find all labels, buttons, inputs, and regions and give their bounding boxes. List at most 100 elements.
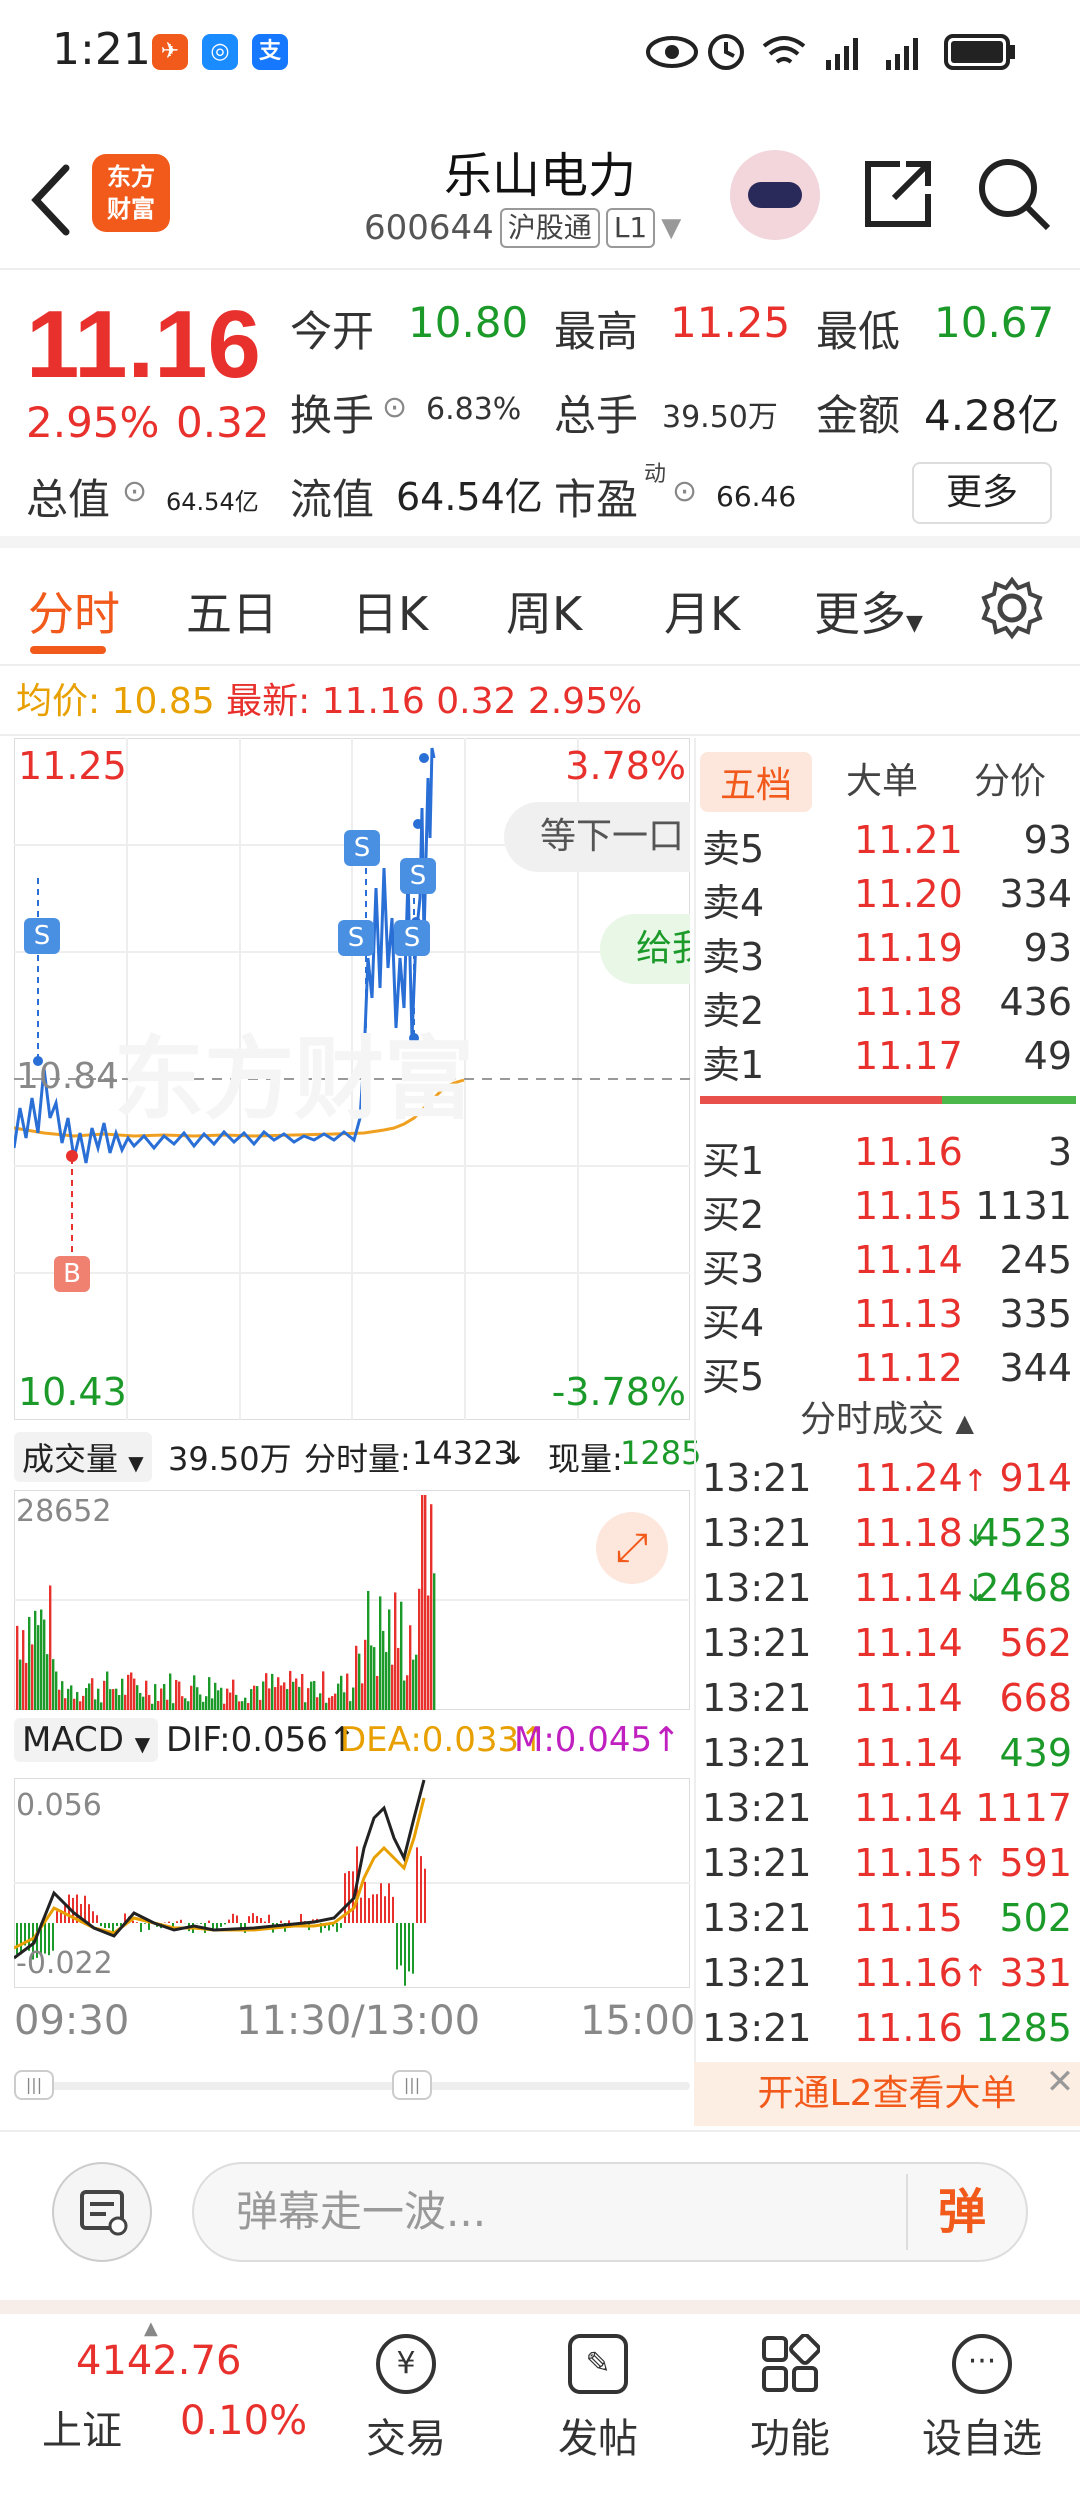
sell-volume: 436: [999, 980, 1072, 1024]
sell-row[interactable]: 卖1 11.17 49: [696, 1034, 1078, 1088]
macd-chart[interactable]: 0.056 -0.022: [14, 1778, 690, 1988]
trade-volume: 2468: [975, 1566, 1072, 1610]
sell-price: 11.17: [854, 1034, 963, 1078]
macd-bar: [408, 1923, 410, 1972]
volume-bar: [325, 1702, 328, 1710]
l2-upgrade-banner[interactable]: 开通L2查看大单: [694, 2062, 1080, 2126]
volume-bar: [166, 1699, 169, 1710]
volume-bar: [415, 1654, 418, 1710]
index-percent[interactable]: 0.10%: [180, 2398, 307, 2444]
tab-five-day[interactable]: 五日: [186, 578, 278, 644]
volume-bar: [430, 1504, 433, 1710]
info-icon[interactable]: ⊙: [382, 390, 407, 425]
tab-more-label: 更多: [814, 587, 906, 641]
sell-signal-badge[interactable]: S: [24, 918, 60, 954]
buy-row[interactable]: 买3 11.14 245: [696, 1238, 1078, 1292]
sell-signal-badge[interactable]: S: [400, 858, 436, 894]
tab-monthly-k[interactable]: 月K: [664, 578, 740, 644]
volume-selector[interactable]: 成交量 ▼: [14, 1432, 152, 1482]
more-button[interactable]: 更多: [912, 462, 1052, 524]
tab-price-distribution[interactable]: 分价: [974, 752, 1046, 804]
trade-time: 13:21: [702, 1566, 812, 1610]
sell-signal-badge[interactable]: S: [394, 920, 430, 956]
macd-bar: [224, 1923, 226, 1925]
sell-row[interactable]: 卖5 11.21 93: [696, 818, 1078, 872]
tab-large-order[interactable]: 大单: [846, 752, 918, 804]
buy-volume: 1131: [975, 1184, 1072, 1228]
share-icon[interactable]: [860, 156, 936, 232]
trades-title[interactable]: 分时成交 ▲: [696, 1390, 1078, 1442]
slider-handle-right[interactable]: |||: [392, 2070, 432, 2100]
close-icon[interactable]: ✕: [1040, 2062, 1080, 2102]
alipay-icon: 支: [252, 34, 288, 70]
trade-volume: 562: [999, 1621, 1072, 1665]
search-icon[interactable]: [976, 156, 1052, 232]
market-tag: 沪股通: [499, 208, 600, 248]
sell-row[interactable]: 卖2 11.18 436: [696, 980, 1078, 1034]
macd-bar: [180, 1919, 182, 1923]
index-name[interactable]: 上证: [42, 2398, 122, 2456]
comment-settings-icon[interactable]: [52, 2162, 152, 2262]
trade-row: 13:21 11.14 439: [696, 1731, 1078, 1786]
assistant-robot-icon[interactable]: [730, 150, 820, 240]
nav-trade[interactable]: ¥ 交易: [326, 2334, 486, 2464]
buy-row[interactable]: 买4 11.13 335: [696, 1292, 1078, 1346]
bullet-comment-bubble[interactable]: 等下一口: [504, 802, 690, 872]
danmaku-button[interactable]: 弹: [906, 2174, 1016, 2250]
volume-chart[interactable]: 28652 ⤢: [14, 1490, 690, 1710]
slider-handle-left[interactable]: |||: [14, 2070, 54, 2100]
last-label: 最新:: [226, 681, 311, 722]
volume-bar: [205, 1696, 208, 1710]
index-value[interactable]: 4142.76: [76, 2338, 241, 2384]
volume-bar: [76, 1692, 79, 1710]
sell-signal-badge[interactable]: S: [344, 830, 380, 866]
bullet-comment-bubble[interactable]: 给我: [600, 914, 690, 984]
volume-bar: [283, 1682, 286, 1710]
tab-level5[interactable]: 五档: [700, 752, 813, 812]
volume-bar: [115, 1688, 118, 1710]
expand-icon[interactable]: ⤢: [596, 1512, 668, 1584]
info-icon[interactable]: ⊙: [122, 474, 147, 509]
volume-bar: [19, 1659, 22, 1710]
nav-functions[interactable]: 功能: [710, 2333, 870, 2464]
nav-trade-label: 交易: [366, 2416, 446, 2462]
buy-signal-badge[interactable]: B: [54, 1256, 90, 1292]
sell-signal-badge[interactable]: S: [338, 920, 374, 956]
tab-daily-k[interactable]: 日K: [352, 578, 428, 644]
tab-weekly-k[interactable]: 周K: [506, 578, 582, 644]
macd-bar: [116, 1923, 118, 1926]
macd-bar: [96, 1915, 98, 1923]
time-range-slider[interactable]: ||| |||: [14, 2070, 690, 2100]
status-bar: 1:21 ✈ ◎ 支: [0, 0, 1080, 100]
trade-price-value: 11.15: [854, 1841, 963, 1885]
volume-bar: [313, 1680, 316, 1710]
avg-value: 10.85: [111, 681, 215, 722]
trade-time: 13:21: [702, 1511, 812, 1555]
volume-bar: [190, 1685, 193, 1710]
trade-time: 13:21: [702, 1676, 812, 1720]
macd-selector[interactable]: MACD ▼: [14, 1718, 159, 1762]
volume-bar: [370, 1645, 373, 1710]
turnover-label: 换手: [290, 391, 375, 440]
intraday-chart[interactable]: 东方财富 11.25 3.78% 10.84 10.43 -3.78% S B …: [14, 738, 690, 1420]
sell-row[interactable]: 卖4 11.20 334: [696, 872, 1078, 926]
tab-more[interactable]: 更多▼: [814, 578, 923, 644]
stock-subtitle[interactable]: 600644 沪股通 L1 ▼: [364, 208, 681, 248]
gear-icon[interactable]: [980, 576, 1044, 640]
buy-row[interactable]: 买1 11.16 3: [696, 1130, 1078, 1184]
trade-price-value: 11.18: [854, 1511, 963, 1555]
info-icon[interactable]: ⊙: [672, 474, 697, 509]
float-value: 64.54亿: [396, 475, 543, 519]
macd-header: MACD ▼ DIF:0.056↑ DEA:0.033↑ M:0.045↑: [14, 1712, 690, 1774]
volume-bar: [280, 1685, 283, 1710]
buy-row[interactable]: 买2 11.15 1131: [696, 1184, 1078, 1238]
stock-code: 600644: [364, 208, 494, 248]
nav-post[interactable]: ✎ 发帖: [518, 2334, 678, 2464]
comment-input[interactable]: 弹幕走一波...: [192, 2162, 1028, 2262]
volume-bar: [379, 1596, 382, 1710]
nav-watchlist[interactable]: ··· 设自选: [902, 2334, 1062, 2464]
sell-row[interactable]: 卖3 11.19 93: [696, 926, 1078, 980]
trade-price-value: 11.14: [854, 1566, 963, 1610]
last-percent: 2.95%: [527, 681, 643, 722]
tab-intraday[interactable]: 分时: [28, 578, 120, 644]
